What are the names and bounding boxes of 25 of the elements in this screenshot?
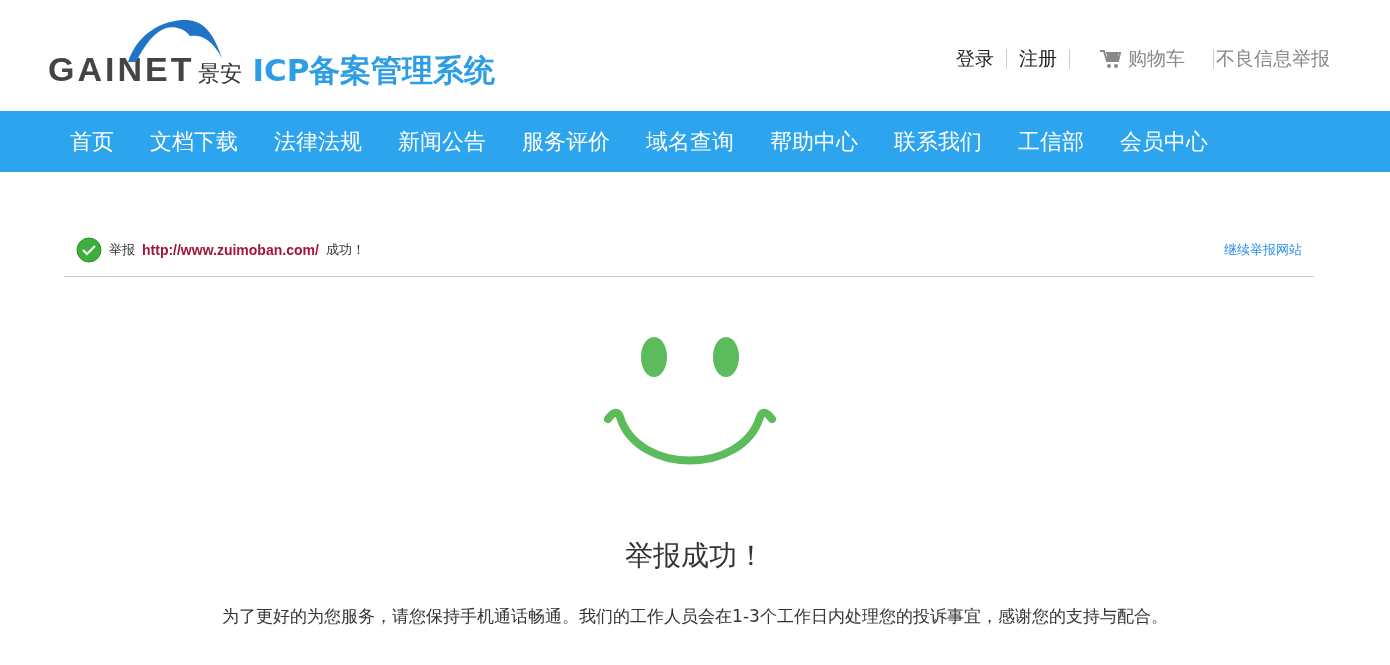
continue-report-link[interactable]: 继续举报网站: [1224, 241, 1302, 259]
nav-item[interactable]: 新闻公告: [398, 126, 486, 157]
result-message: 为了更好的为您服务，请您保持手机通话畅通。我们的工作人员会在1-3个工作日内处理您的投诉事宜，感谢您的支持与配合。: [222, 605, 1168, 628]
check-circle-icon: [76, 237, 102, 263]
nav-item[interactable]: 法律法规: [274, 126, 362, 157]
brand-chinese-name: 景安: [198, 59, 243, 88]
cart-link[interactable]: 购物车: [1100, 45, 1185, 72]
brand-name: GAINET: [48, 49, 195, 89]
system-title: ICP备案管理系统: [252, 50, 496, 90]
nav-item[interactable]: 文档下载: [150, 126, 238, 157]
reported-url: http://www.zuimoban.com/: [142, 242, 319, 258]
account-link[interactable]: 注册: [1019, 45, 1057, 72]
nav-item[interactable]: 服务评价: [522, 126, 610, 157]
notice-prefix: 举报: [109, 241, 135, 259]
result-title: 举报成功！: [625, 538, 765, 574]
report-link[interactable]: 不良信息举报: [1216, 45, 1330, 72]
notice-suffix: 成功！: [325, 241, 365, 259]
nav-item[interactable]: 首页: [70, 126, 114, 157]
account-link[interactable]: 登录: [956, 45, 994, 72]
cart-icon: [1100, 48, 1122, 69]
nav-item[interactable]: 工信部: [1018, 126, 1084, 157]
nav-item[interactable]: 帮助中心: [770, 126, 858, 157]
nav-item[interactable]: 联系我们: [894, 126, 982, 157]
nav-item[interactable]: 会员中心: [1120, 126, 1208, 157]
nav-item[interactable]: 域名查询: [646, 126, 734, 157]
